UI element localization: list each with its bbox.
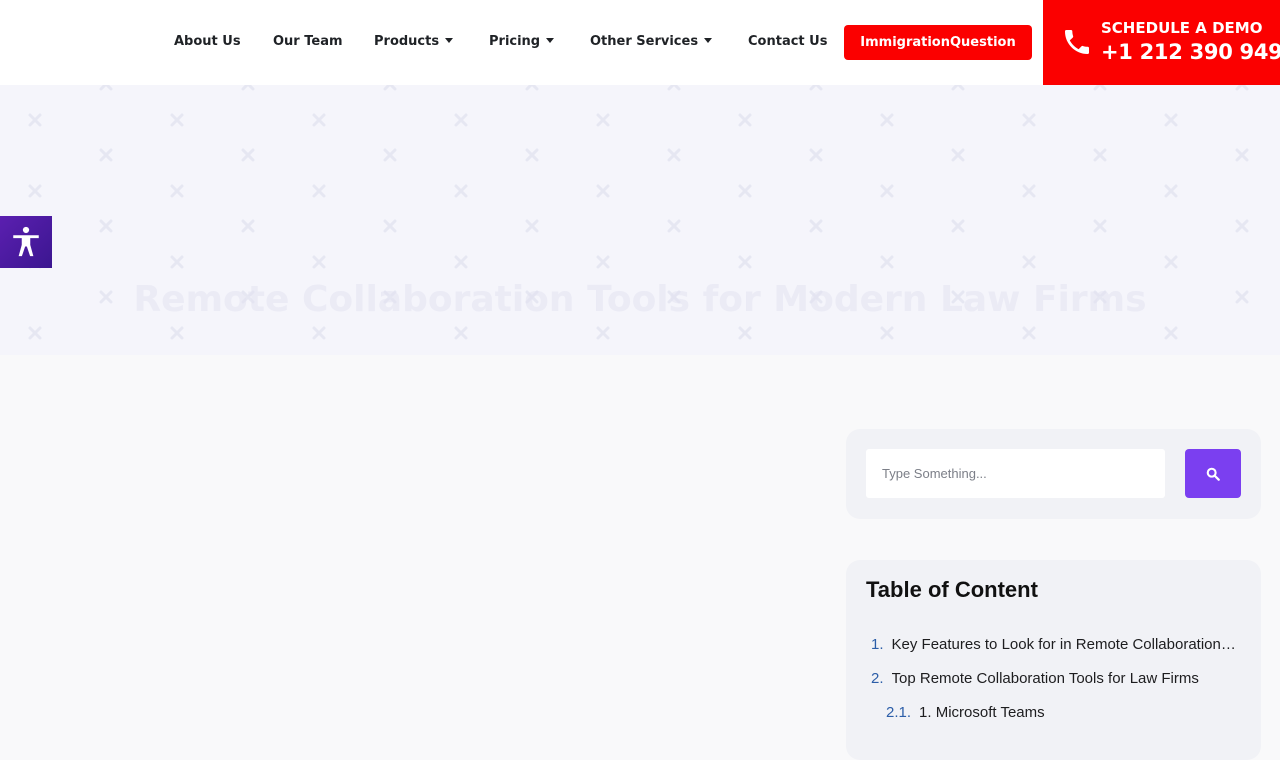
chevron-down-icon: [445, 38, 454, 43]
nav-contact-label: Contact Us: [748, 34, 828, 49]
nav-products-label: Products: [374, 34, 440, 49]
toc-item-number: 1.: [871, 636, 884, 653]
immigration-question-button[interactable]: ImmigrationQuestion: [844, 25, 1032, 60]
nav-our-team[interactable]: Our Team: [273, 34, 343, 50]
hero-banner: Remote Collaboration Tools for Modern La…: [0, 85, 1280, 355]
nav-other-services-label: Other Services: [590, 34, 699, 49]
schedule-demo-button[interactable]: SCHEDULE A DEMO +1 212 390 9493: [1043, 0, 1280, 85]
toc-item-number: 2.1.: [886, 704, 912, 721]
demo-phone-number: +1 212 390 9493: [1101, 40, 1280, 64]
search-widget: [846, 429, 1261, 519]
toc-item-label: 1. Microsoft Teams: [919, 704, 1045, 721]
table-of-content: Table of Content 1. Key Features to Look …: [846, 560, 1261, 760]
nav-pricing[interactable]: Pricing: [489, 34, 555, 50]
accessibility-button[interactable]: [0, 216, 52, 268]
nav-pricing-label: Pricing: [489, 34, 541, 49]
search-icon: [1206, 467, 1220, 481]
toc-item[interactable]: 1. Key Features to Look for in Remote Col…: [871, 636, 1240, 653]
search-button[interactable]: [1185, 449, 1241, 498]
nav-team-label: Our Team: [273, 34, 343, 49]
nav-about-label: About Us: [174, 34, 241, 49]
phone-icon: [1065, 30, 1089, 54]
toc-item-label: Key Features to Look for in Remote Colla…: [891, 636, 1240, 653]
page-title: Remote Collaboration Tools for Modern La…: [133, 279, 1147, 320]
accessibility-icon: [13, 226, 39, 257]
chevron-down-icon: [546, 38, 555, 43]
nav-products[interactable]: Products: [374, 34, 454, 50]
toc-item-number: 2.: [871, 670, 884, 687]
chevron-down-icon: [704, 38, 713, 43]
demo-title: SCHEDULE A DEMO: [1101, 19, 1263, 37]
site-header: About Us Our Team Products Pricing Other…: [0, 0, 1280, 85]
nav-contact-us[interactable]: Contact Us: [748, 34, 827, 50]
toc-item[interactable]: 2. Top Remote Collaboration Tools for Law…: [871, 670, 1199, 687]
search-input[interactable]: [866, 449, 1165, 498]
nav-other-services[interactable]: Other Services: [590, 34, 713, 50]
toc-title: Table of Content: [866, 577, 1038, 602]
toc-item[interactable]: 2.1. 1. Microsoft Teams: [886, 704, 1045, 721]
nav-about-us[interactable]: About Us: [174, 34, 241, 50]
toc-item-label: Top Remote Collaboration Tools for Law F…: [891, 670, 1199, 687]
